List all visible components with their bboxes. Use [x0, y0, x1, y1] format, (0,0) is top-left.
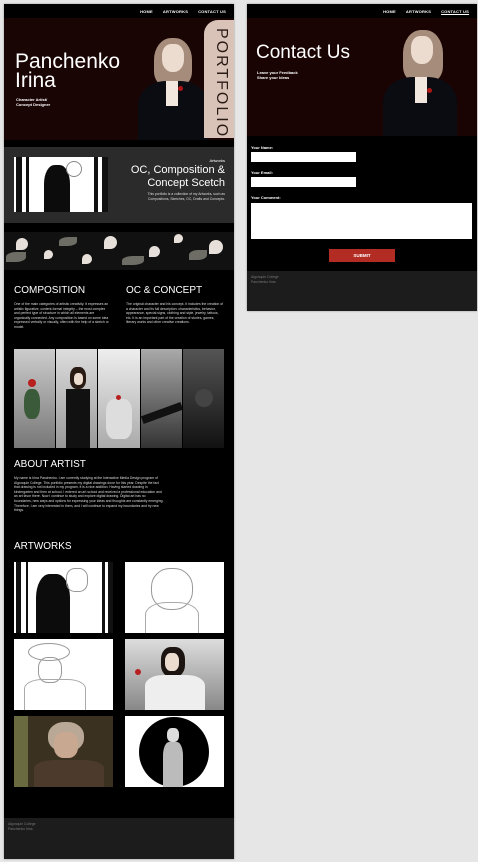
artist-illustration: [377, 22, 461, 136]
footer-line2: Panchenko Irina: [251, 280, 276, 284]
concept-text: The original character and his concept. …: [126, 302, 224, 325]
portfolio-band: PORTFOLIO: [204, 20, 234, 138]
nav-contact-link[interactable]: CONTACT US: [441, 9, 469, 14]
portfolio-page: HOME ARTWORKS CONTACT US Panchenko Irina …: [4, 4, 234, 859]
contact-page: HOME ARTWORKS CONTACT US Contact Us Leav…: [247, 4, 477, 311]
strip-panel: [182, 349, 225, 448]
artwork-strip: [14, 349, 225, 448]
artwork-thumb[interactable]: [14, 716, 113, 787]
oc-description: This portfolio is a collection of my Art…: [147, 192, 225, 201]
footer-line1: Algonquin College: [8, 822, 36, 826]
strip-panel: [14, 349, 56, 448]
artist-illustration: [132, 26, 212, 140]
contact-subtitle: Leave your Feedback Share your Ideas: [257, 70, 298, 80]
page-footer: Algonquin College Panchenko Irina: [4, 818, 234, 859]
oc-kicker: Artworks: [209, 158, 225, 163]
footer-line1: Algonquin College: [251, 275, 279, 279]
top-nav: HOME ARTWORKS CONTACT US: [247, 4, 477, 18]
concept-title: OC & CONCEPT: [126, 285, 203, 296]
top-nav: HOME ARTWORKS CONTACT US: [4, 4, 234, 18]
hero-banner: Panchenko Irina Character Artist/Concept …: [4, 18, 234, 140]
name-input[interactable]: [251, 152, 356, 162]
floral-banner: [4, 232, 234, 270]
comment-textarea[interactable]: [251, 203, 472, 239]
artwork-thumb[interactable]: [14, 639, 113, 710]
comment-label: Your Comment:: [251, 195, 281, 200]
hero-subtitle: Character Artist/Concept Designer: [16, 97, 51, 107]
email-input[interactable]: [251, 177, 356, 187]
strip-panel: [98, 349, 140, 448]
nav-home-link[interactable]: HOME: [383, 9, 396, 14]
composition-title: COMPOSITION: [14, 285, 86, 296]
artwork-thumb[interactable]: [125, 639, 224, 710]
strip-panel: [56, 349, 98, 448]
contact-title: Contact Us: [256, 42, 350, 63]
nav-home-link[interactable]: HOME: [140, 9, 153, 14]
nav-contact-link[interactable]: CONTACT US: [198, 9, 226, 14]
about-title: ABOUT ARTIST: [14, 459, 86, 470]
email-label: Your Email:: [251, 170, 273, 175]
page-footer: Algonquin College Panchenko Irina: [247, 271, 477, 311]
composition-text: One of the main categories of artistic c…: [14, 302, 109, 329]
oc-title: OC, Composition & Concept Scetch: [130, 164, 225, 189]
nav-artworks-link[interactable]: ARTWORKS: [163, 9, 188, 14]
name-label: Your Name:: [251, 145, 274, 150]
footer-line2: Panchenko Irina: [8, 827, 33, 831]
artwork-thumb[interactable]: [125, 562, 224, 633]
nav-artworks-link[interactable]: ARTWORKS: [406, 9, 431, 14]
artwork-thumb[interactable]: [14, 562, 113, 633]
artwork-thumb[interactable]: [125, 716, 224, 787]
oc-thumbnail: [14, 157, 108, 212]
artworks-title: ARTWORKS: [14, 541, 72, 552]
oc-section: Artworks OC, Composition & Concept Scetc…: [4, 147, 234, 223]
submit-button[interactable]: SUBMIT: [329, 249, 395, 262]
strip-panel: [140, 349, 182, 448]
contact-form: Your Name: Your Email: Your Comment: SUB…: [247, 139, 477, 267]
about-text: My name is Irina Panchenko. I am current…: [14, 476, 164, 513]
portfolio-label: PORTFOLIO: [213, 28, 230, 139]
hero-title: Panchenko Irina: [15, 50, 121, 92]
contact-hero: Contact Us Leave your Feedback Share your…: [247, 18, 477, 136]
